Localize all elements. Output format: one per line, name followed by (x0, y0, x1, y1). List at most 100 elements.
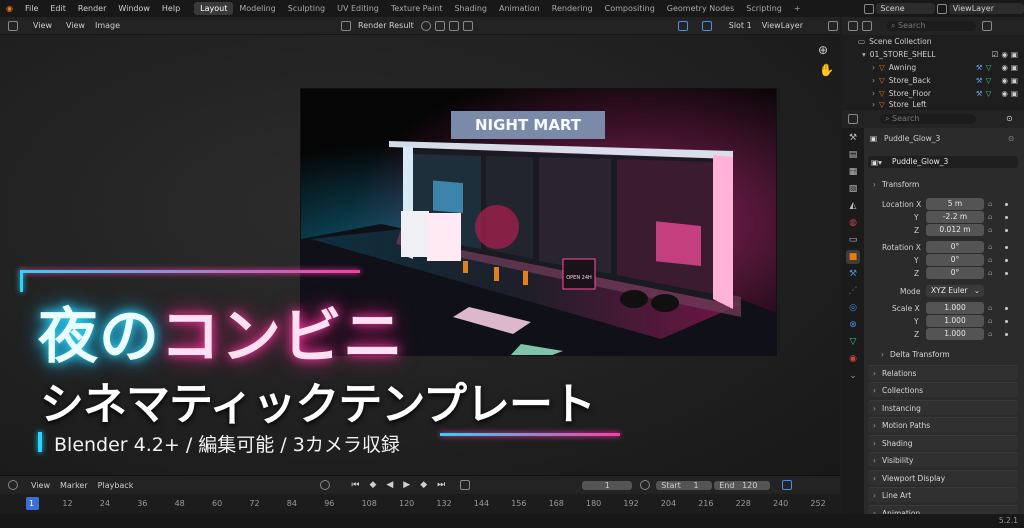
menu-view[interactable]: View (61, 21, 90, 30)
tab-modeling[interactable]: Modeling (233, 2, 281, 15)
tab-layout[interactable]: Layout (194, 2, 234, 15)
pin-object-icon[interactable]: ⊙ (1008, 134, 1014, 143)
location-x-field[interactable]: 5 m (926, 198, 984, 210)
camera-icon[interactable]: ▣ (1011, 50, 1018, 59)
tab-compositing[interactable]: Compositing (599, 2, 661, 15)
shading-panel[interactable]: Shading (868, 435, 1018, 451)
viewlayer-selector[interactable]: ViewLayer (948, 3, 1024, 14)
location-z-field[interactable]: 0.012 m (926, 224, 984, 236)
timeline-editor-icon[interactable] (8, 480, 18, 490)
jump-start-icon[interactable]: ⏮ (346, 480, 364, 490)
start-field[interactable]: Start 1 (656, 480, 713, 490)
outliner-item-store-back[interactable]: › ▽ Store_Back ⚒ ▽ ◉ ▣ (842, 74, 1024, 87)
outliner-item-store-shell[interactable]: ▾ 01_STORE_SHELL ☑ ◉ ▣ (842, 48, 1024, 61)
lock-icon[interactable]: ⌂ (988, 317, 992, 325)
eye-icon[interactable]: ◉ (1001, 63, 1008, 72)
instancing-panel[interactable]: Instancing (868, 400, 1018, 416)
image-browse-icon[interactable] (341, 20, 352, 31)
scene-selector[interactable]: Scene (876, 3, 935, 14)
keyframe-dot-icon[interactable] (1005, 272, 1008, 275)
world-tab-icon[interactable]: ◍ (846, 216, 860, 230)
display-channels-icon[interactable] (701, 20, 712, 31)
visibility-panel[interactable]: Visibility (868, 452, 1018, 468)
lock-icon[interactable]: ⌂ (988, 256, 992, 264)
pivot-icon[interactable] (677, 20, 688, 31)
lock-icon[interactable]: ⌂ (988, 269, 992, 277)
new-image-icon[interactable] (434, 20, 445, 31)
play-icon[interactable]: ▶ (398, 480, 415, 490)
tab-sculpting[interactable]: Sculpting (282, 2, 331, 15)
tab-animation[interactable]: Animation (493, 2, 546, 15)
collections-panel[interactable]: Collections (868, 382, 1018, 398)
menu-file[interactable]: File (19, 4, 44, 13)
menu-edit[interactable]: Edit (44, 4, 72, 13)
location-y-field[interactable]: -2.2 m (926, 211, 984, 223)
camera-icon[interactable]: ▣ (1011, 63, 1018, 72)
rotation-z-field[interactable]: 0° (926, 267, 984, 279)
rotation-mode-dropdown[interactable]: XYZ Euler ⌄ (926, 285, 984, 297)
eye-icon[interactable]: ◉ (1001, 76, 1008, 85)
rotation-x-field[interactable]: 0° (926, 241, 984, 253)
line-art-panel[interactable]: Line Art (868, 487, 1018, 503)
collection-tab-icon[interactable]: ▭ (846, 233, 860, 247)
keyframe-dot-icon[interactable] (1005, 216, 1008, 219)
keyframe-dot-icon[interactable] (1005, 246, 1008, 249)
tab-geometry-nodes[interactable]: Geometry Nodes (661, 2, 740, 15)
delta-transform-panel[interactable]: Delta Transform (876, 347, 1018, 362)
render-tab-icon[interactable]: ▤ (846, 148, 860, 162)
slot-dropdown[interactable]: Slot 1 (724, 21, 757, 30)
blender-logo-icon[interactable]: ◉ (0, 4, 19, 13)
display-mode-icon[interactable] (862, 21, 872, 31)
clock-icon[interactable] (640, 480, 651, 490)
scene-tab-icon[interactable]: ◭ (846, 199, 860, 213)
output-tab-icon[interactable]: ▦ (846, 165, 860, 179)
fake-user-icon[interactable] (420, 20, 431, 31)
lock-icon[interactable]: ⌂ (988, 226, 992, 234)
current-frame-field[interactable]: 1 (582, 480, 633, 490)
camera-icon[interactable]: ▣ (1011, 89, 1018, 98)
scene-collection-row[interactable]: ▭ Scene Collection (842, 35, 1024, 48)
timeline-ruler[interactable]: 1 12 24 36 48 60 72 84 96 108 120 132 144 156 168 180 19… (0, 494, 840, 514)
texture-tab-icon[interactable]: ⌄ (846, 369, 860, 383)
object-name-field[interactable]: Puddle_Glow_3 (868, 156, 1018, 168)
lock-icon[interactable]: ⌂ (988, 213, 992, 221)
properties-editor-icon[interactable] (848, 114, 858, 124)
outliner-item-store-left[interactable]: › ▽ Store_Left (842, 100, 1024, 108)
lock-icon[interactable]: ⌂ (988, 243, 992, 251)
keyframe-dot-icon[interactable] (1005, 259, 1008, 262)
particles-tab-icon[interactable]: ⋰ (846, 284, 860, 298)
object-tab-icon[interactable]: ■ (846, 250, 860, 264)
keyframe-dot-icon[interactable] (1005, 333, 1008, 336)
sync-icon[interactable] (782, 480, 793, 490)
timeline-menu-marker[interactable]: Marker (55, 481, 93, 490)
timeline-menu-playback[interactable]: Playback (93, 481, 139, 490)
view-layer-tab-icon[interactable]: ▧ (846, 182, 860, 196)
outliner-editor-icon[interactable] (848, 21, 858, 31)
tab-rendering[interactable]: Rendering (546, 2, 599, 15)
unlink-icon[interactable] (462, 20, 473, 31)
autokey-icon[interactable] (460, 480, 471, 490)
hand-pan-icon[interactable]: ✋ (819, 63, 834, 77)
tab-texture-paint[interactable]: Texture Paint (385, 2, 449, 15)
camera-icon[interactable]: ▣ (1011, 76, 1018, 85)
keyframe-dot-icon[interactable] (1005, 203, 1008, 206)
outliner-item-awning[interactable]: › ▽ Awning ⚒ ▽ ◉ ▣ (842, 61, 1024, 74)
add-workspace-button[interactable]: + (788, 2, 807, 15)
jump-end-icon[interactable]: ⏭ (432, 480, 450, 490)
modifier-tab-icon[interactable]: ⚒ (846, 267, 860, 281)
keyframe-dot-icon[interactable] (1005, 307, 1008, 310)
animation-panel[interactable]: Animation (868, 505, 1018, 514)
layer-dropdown[interactable]: ViewLayer (757, 21, 808, 30)
menu-window[interactable]: Window (112, 4, 156, 13)
end-field[interactable]: End 120 (714, 480, 771, 490)
object-browse-icon[interactable]: ▣▾ (871, 158, 882, 167)
next-keyframe-icon[interactable]: ◆ (415, 480, 432, 490)
tool-tab-icon[interactable]: ⚒ (846, 131, 860, 145)
timeline-menu-view[interactable]: View (26, 481, 55, 490)
menu-help[interactable]: Help (156, 4, 186, 13)
constraints-tab-icon[interactable]: ⊗ (846, 318, 860, 332)
keyframe-dot-icon[interactable] (1005, 320, 1008, 323)
pin-icon[interactable]: ⊙ (1006, 114, 1016, 124)
checkbox-icon[interactable]: ☑ (992, 50, 999, 59)
filter-icon[interactable] (982, 21, 992, 31)
